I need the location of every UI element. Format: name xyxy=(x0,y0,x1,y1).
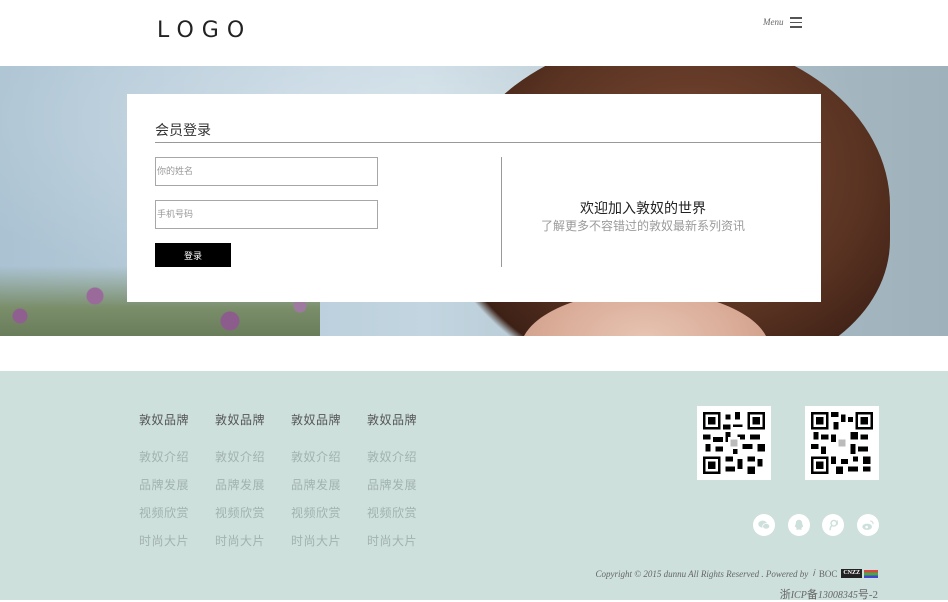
cnzz-flag-icon xyxy=(864,569,878,578)
footer-link[interactable]: 品牌发展 xyxy=(291,476,351,494)
footer-column-heading[interactable]: 敦奴品牌 xyxy=(215,411,275,429)
wechat-icon[interactable] xyxy=(753,514,775,536)
footer-column-heading[interactable]: 敦奴品牌 xyxy=(291,411,351,429)
footer-link[interactable]: 敦奴介绍 xyxy=(291,448,351,466)
boc-link[interactable]: BOC xyxy=(819,569,838,579)
tencent-weibo-icon[interactable] xyxy=(822,514,844,536)
name-input[interactable] xyxy=(155,157,378,186)
footer-link[interactable]: 品牌发展 xyxy=(367,476,427,494)
login-title: 会员登录 xyxy=(155,122,211,138)
icp-prefix: 浙 xyxy=(779,589,791,601)
icp-suffix: 号-2 xyxy=(857,589,878,601)
footer-link[interactable]: 时尚大片 xyxy=(139,532,199,550)
footer-column: 敦奴品牌 敦奴介绍 品牌发展 视频欣赏 时尚大片 xyxy=(367,411,427,560)
icp-number: 13008345 xyxy=(817,590,858,601)
footer-column: 敦奴品牌 敦奴介绍 品牌发展 视频欣赏 时尚大片 xyxy=(291,411,351,560)
footer-link[interactable]: 时尚大片 xyxy=(291,532,351,550)
footer-link[interactable]: 品牌发展 xyxy=(215,476,275,494)
footer-column-heading[interactable]: 敦奴品牌 xyxy=(139,411,199,429)
footer-link[interactable]: 敦奴介绍 xyxy=(367,448,427,466)
footer-link[interactable]: 品牌发展 xyxy=(139,476,199,494)
hamburger-icon xyxy=(789,17,802,28)
qr-code-icon xyxy=(805,406,879,480)
footer-link[interactable]: 时尚大片 xyxy=(367,532,427,550)
login-vertical-divider xyxy=(501,157,502,267)
copyright-line: Copyright © 2015 dunnu All Rights Reserv… xyxy=(540,568,878,579)
footer-link[interactable]: 视频欣赏 xyxy=(367,504,427,522)
qq-icon[interactable] xyxy=(788,514,810,536)
menu-label: Menu xyxy=(763,17,784,28)
login-title-divider xyxy=(155,142,821,143)
site-header: LOGO Menu xyxy=(0,0,948,66)
welcome-subtitle: 了解更多不容错过的敦奴最新系列资讯 xyxy=(540,219,745,233)
qr-code-icon xyxy=(697,406,771,480)
sina-weibo-icon[interactable] xyxy=(857,514,879,536)
footer-column: 敦奴品牌 敦奴介绍 品牌发展 视频欣赏 时尚大片 xyxy=(139,411,199,560)
welcome-title: 欢迎加入敦奴的世界 xyxy=(580,200,706,216)
login-button[interactable]: 登录 xyxy=(155,243,231,267)
footer-link[interactable]: 视频欣赏 xyxy=(139,504,199,522)
footer-link[interactable]: 时尚大片 xyxy=(215,532,275,550)
footer-link[interactable]: 视频欣赏 xyxy=(291,504,351,522)
site-logo[interactable]: LOGO xyxy=(157,18,252,43)
footer-link[interactable]: 视频欣赏 xyxy=(215,504,275,522)
footer-link[interactable]: 敦奴介绍 xyxy=(139,448,199,466)
copyright-text: Copyright © 2015 dunnu All Rights Reserv… xyxy=(595,568,809,579)
site-footer: 敦奴品牌 敦奴介绍 品牌发展 视频欣赏 时尚大片 敦奴品牌 敦奴介绍 品牌发展 … xyxy=(0,371,948,601)
footer-link[interactable]: 敦奴介绍 xyxy=(215,448,275,466)
welcome-message: 欢迎加入敦奴的世界 了解更多不容错过的敦奴最新系列资讯 xyxy=(507,198,779,234)
menu-button[interactable]: Menu xyxy=(763,17,802,28)
phone-input[interactable] xyxy=(155,200,378,229)
powered-by-mark: ⅰ xyxy=(812,568,815,578)
footer-column-heading[interactable]: 敦奴品牌 xyxy=(367,411,427,429)
cnzz-badge[interactable]: CNZZ xyxy=(841,569,878,578)
cnzz-label: CNZZ xyxy=(841,569,862,578)
icp-mid: 备 xyxy=(806,589,818,601)
footer-column: 敦奴品牌 敦奴介绍 品牌发展 视频欣赏 时尚大片 xyxy=(215,411,275,560)
icp-label: ICP xyxy=(790,590,807,601)
member-login-card: 会员登录 登录 欢迎加入敦奴的世界 了解更多不容错过的敦奴最新系列资讯 xyxy=(127,94,821,302)
